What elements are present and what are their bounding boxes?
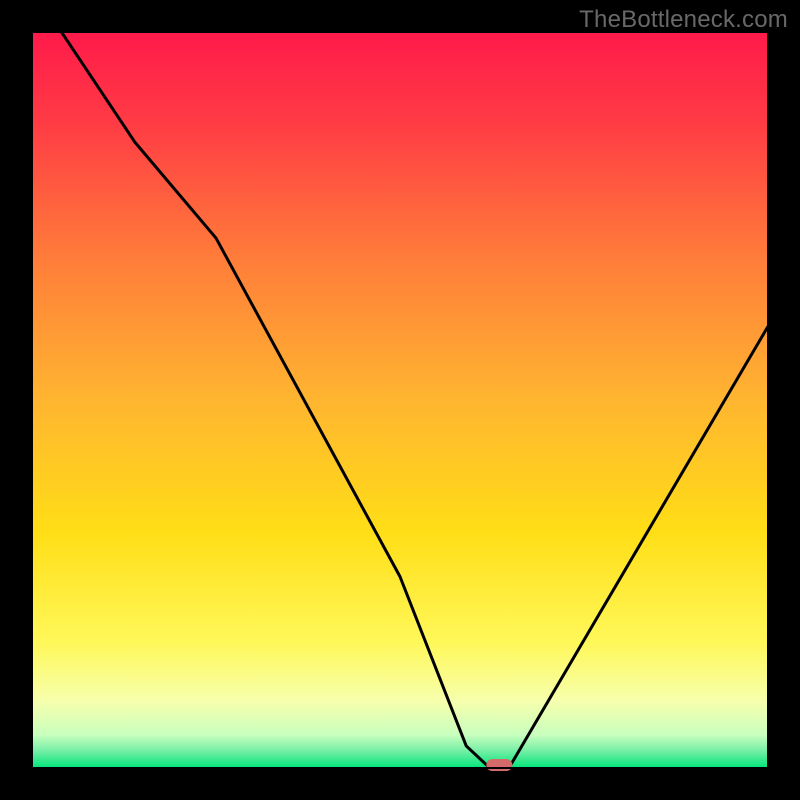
bottleneck-chart: TheBottleneck.com — [0, 0, 800, 800]
watermark-text: TheBottleneck.com — [579, 6, 788, 34]
minimum-marker — [486, 759, 512, 771]
chart-svg — [0, 0, 800, 800]
plot-gradient-background — [32, 32, 768, 768]
